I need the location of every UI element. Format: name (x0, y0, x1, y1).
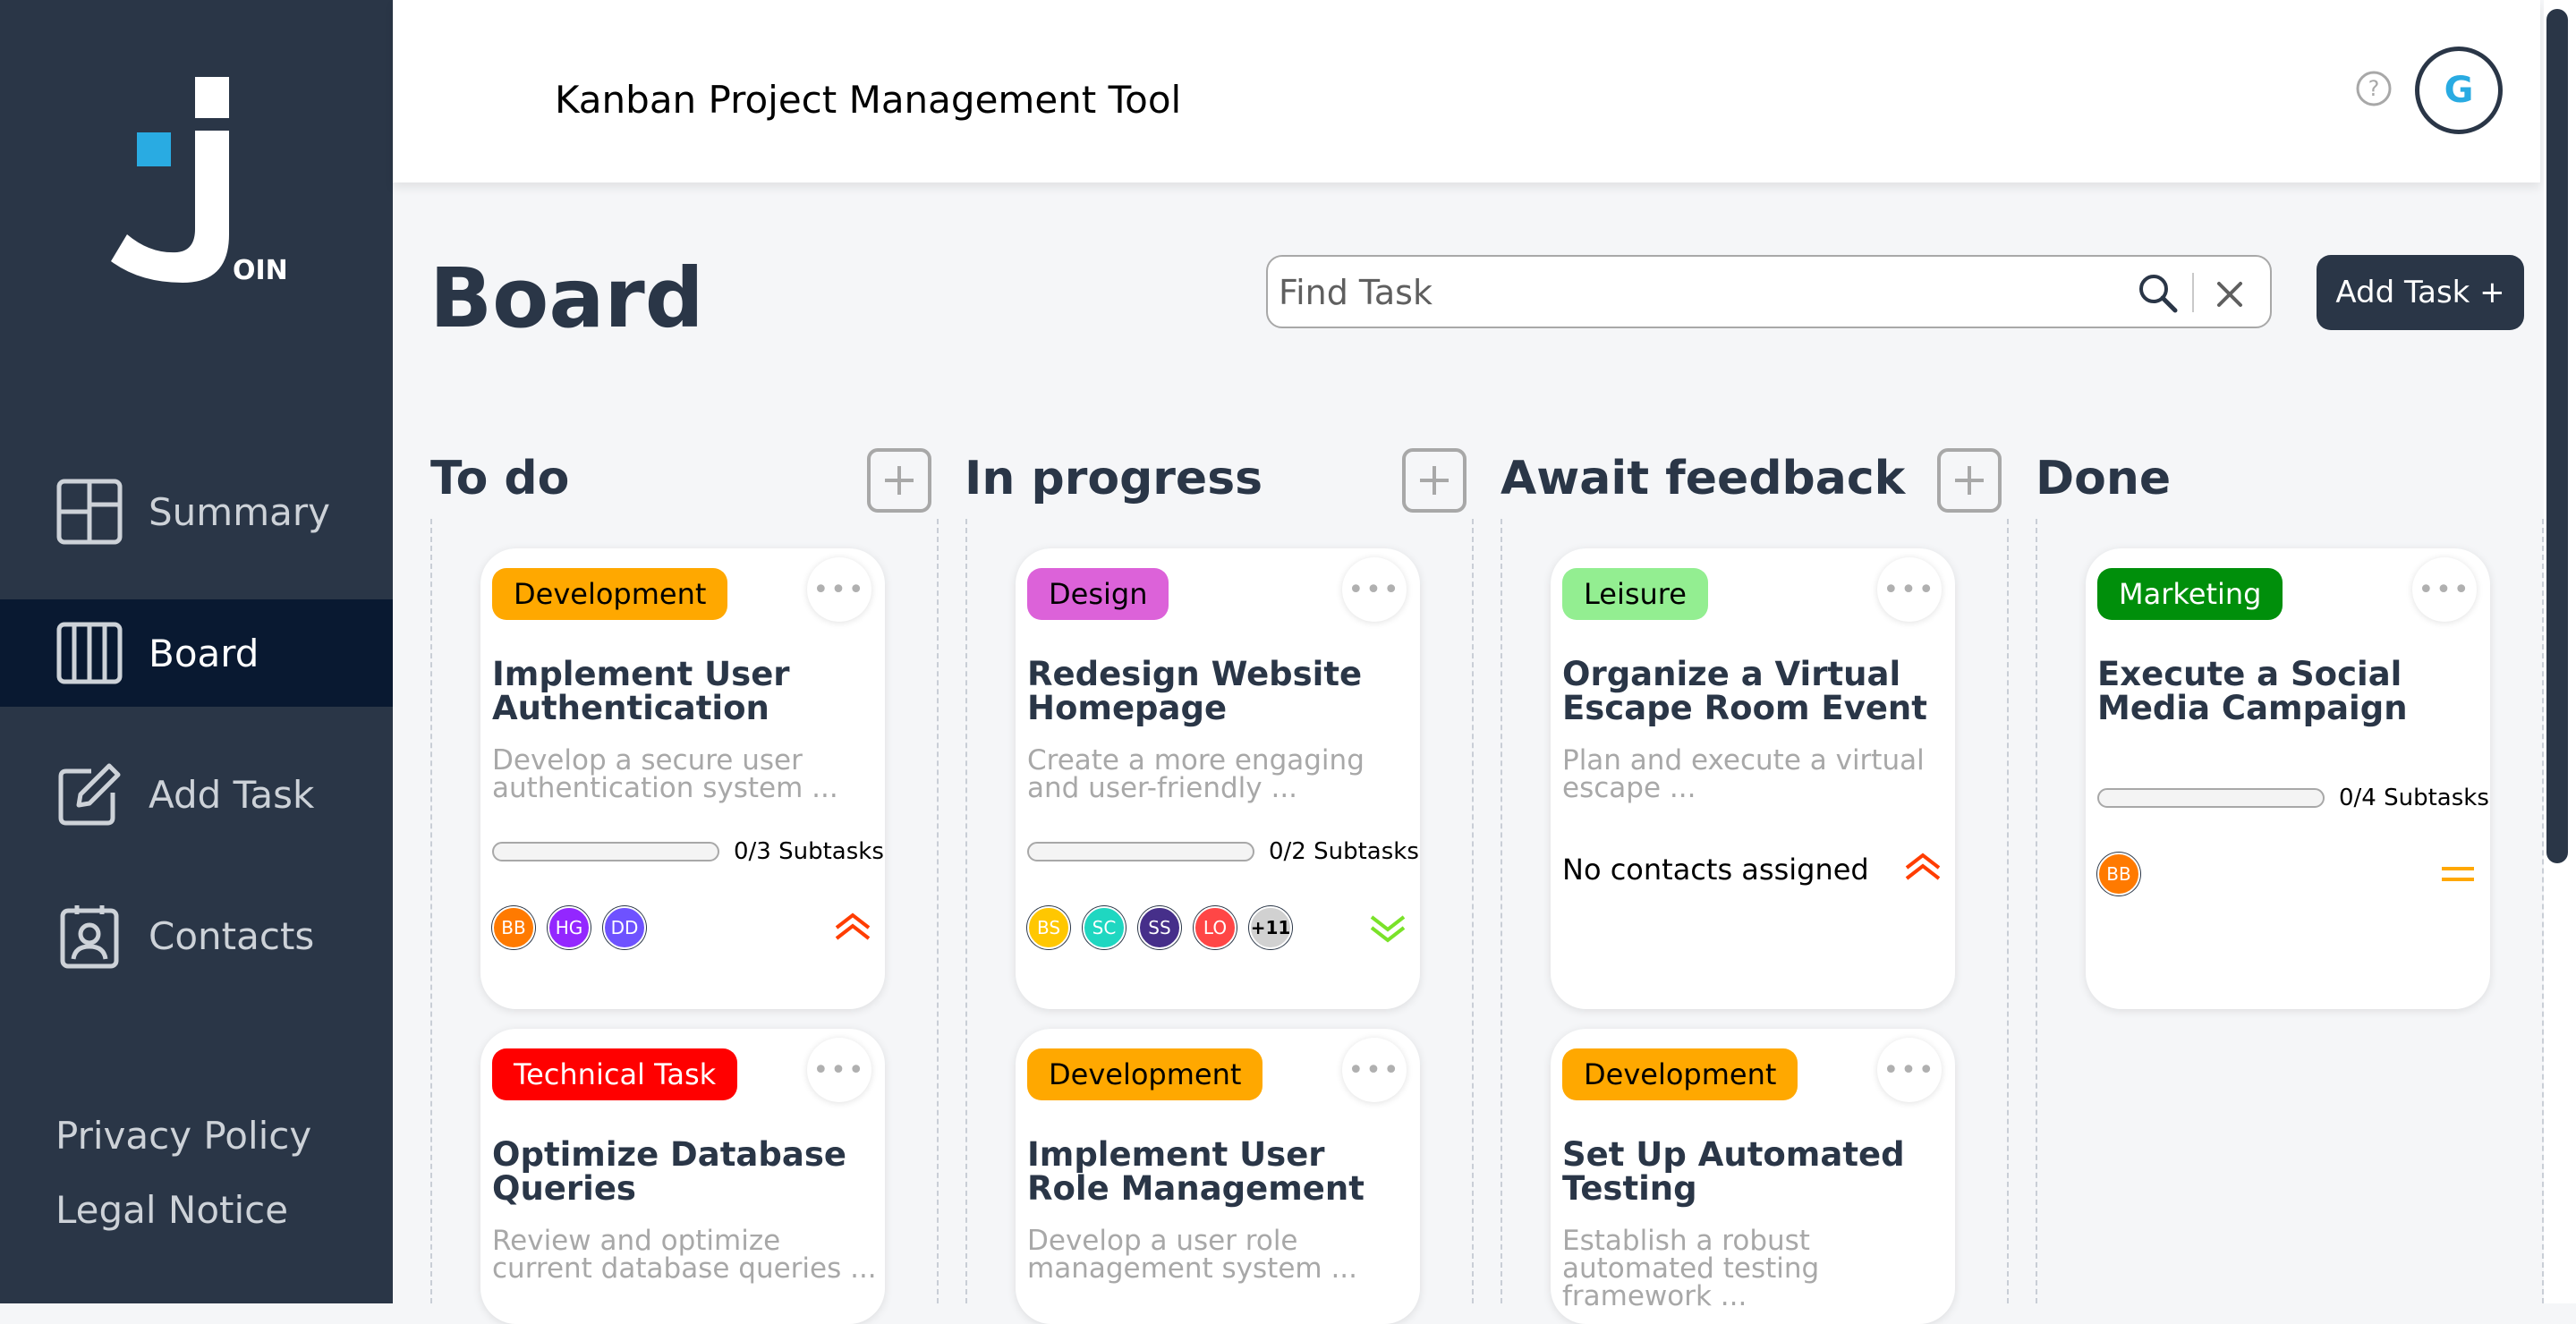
task-title: Execute a Social Media Campaign (2097, 655, 2408, 727)
priority-urgent-icon (835, 912, 871, 940)
add-todo-button[interactable] (867, 448, 931, 513)
more-options-button[interactable]: ••• (1342, 557, 1407, 622)
task-description: Plan and execute a virtual escape ... (1562, 744, 1925, 804)
add-task-button[interactable]: Add Task + (2317, 255, 2524, 330)
category-badge: Design (1027, 568, 1169, 620)
summary-icon (54, 476, 125, 547)
header: Kanban Project Management Tool (393, 0, 2540, 182)
subtask-progress-bar (1027, 842, 1254, 861)
app-title: Kanban Project Management Tool (555, 78, 1182, 122)
sidebar-item-summary[interactable]: Summary (0, 458, 393, 565)
priority-low-icon (1370, 915, 1406, 943)
sidebar-item-contacts[interactable]: Contacts (0, 882, 393, 989)
task-card[interactable]: Development ••• Implement User Role Mana… (1016, 1029, 1420, 1324)
page-title: Board (429, 250, 704, 346)
sidebar-item-label: Contacts (149, 913, 315, 958)
more-assignees-badge: +11 (1249, 906, 1292, 949)
subtask-count: 0/3 Subtasks (734, 838, 884, 865)
category-badge: Marketing (2097, 568, 2283, 620)
logo-text: OIN (233, 255, 288, 286)
assignee-avatar: BS (1027, 906, 1070, 949)
privacy-policy-link[interactable]: Privacy Policy (55, 1114, 311, 1158)
task-card[interactable]: Technical Task ••• Optimize Database Que… (480, 1029, 885, 1324)
assignee-avatar: HG (548, 906, 591, 949)
join-logo[interactable]: OIN (98, 72, 304, 295)
assignee-avatar: BB (492, 906, 535, 949)
assignee-list: BS SC SS LO +11 (1027, 906, 1305, 949)
plus-icon (885, 466, 914, 495)
more-options-button[interactable]: ••• (807, 1038, 871, 1102)
task-card[interactable]: Design ••• Redesign Website Homepage Cre… (1016, 548, 1420, 1009)
task-card[interactable]: Development ••• Implement User Authentic… (480, 548, 885, 1009)
search-input[interactable] (1277, 267, 2086, 318)
assignee-avatar: LO (1194, 906, 1237, 949)
subtask-count: 0/4 Subtasks (2339, 785, 2489, 811)
edit-icon (54, 759, 125, 830)
search-box (1266, 255, 2272, 328)
legal-notice-link[interactable]: Legal Notice (55, 1188, 288, 1232)
task-card[interactable]: Marketing ••• Execute a Social Media Cam… (2086, 548, 2490, 1009)
category-badge: Development (1562, 1048, 1798, 1100)
sidebar: OIN Summary Board Add Task Contacts Priv… (0, 0, 393, 1303)
subtask-progress-bar (2097, 788, 2325, 808)
contacts-icon (54, 900, 125, 972)
assignee-avatar: SS (1138, 906, 1181, 949)
search-divider (2192, 273, 2194, 312)
subtask-progress-bar (492, 842, 719, 861)
more-options-button[interactable]: ••• (1877, 1038, 1942, 1102)
more-options-button[interactable]: ••• (1342, 1038, 1407, 1102)
priority-medium-icon (2442, 867, 2474, 881)
add-await-feedback-button[interactable] (1937, 448, 2002, 513)
task-card[interactable]: Leisure ••• Organize a Virtual Escape Ro… (1551, 548, 1955, 1009)
sidebar-item-board[interactable]: Board (0, 599, 393, 707)
assignee-avatar: SC (1083, 906, 1126, 949)
board-icon (54, 617, 125, 689)
close-icon[interactable] (2210, 275, 2249, 314)
task-title: Implement User Authentication (492, 655, 790, 727)
task-title: Set Up Automated Testing (1562, 1135, 1905, 1208)
category-badge: Development (1027, 1048, 1263, 1100)
task-title: Implement User Role Management (1027, 1135, 1365, 1208)
scrollbar-thumb[interactable] (2546, 9, 2568, 863)
task-description: Develop a user role management system ..… (1027, 1225, 1358, 1285)
svg-text:?: ? (2368, 76, 2380, 101)
category-badge: Development (492, 568, 728, 620)
assignee-avatar: DD (603, 906, 646, 949)
assignee-list: BB (2097, 853, 2153, 895)
sidebar-item-add-task[interactable]: Add Task (0, 741, 393, 848)
column-title-done: Done (2036, 452, 2172, 505)
plus-icon (1420, 466, 1449, 495)
no-contacts-text: No contacts assigned (1562, 853, 1869, 887)
more-options-button[interactable]: ••• (2412, 557, 2477, 622)
column-title-in-progress: In progress (965, 452, 1263, 505)
help-icon[interactable]: ? (2354, 69, 2393, 108)
subtask-count: 0/2 Subtasks (1269, 838, 1419, 865)
category-badge: Leisure (1562, 568, 1708, 620)
search-icon[interactable] (2136, 271, 2181, 316)
column-title-await-feedback: Await feedback (1501, 452, 1906, 505)
assignee-avatar: BB (2097, 853, 2140, 895)
task-description: Create a more engaging and user-friendly… (1027, 744, 1365, 804)
task-title: Optimize Database Queries (492, 1135, 846, 1208)
sidebar-item-label: Add Task (149, 772, 315, 817)
priority-urgent-icon (1905, 853, 1941, 880)
sidebar-item-label: Board (149, 631, 259, 675)
category-badge: Technical Task (492, 1048, 738, 1100)
assignee-list: BB HG DD (492, 906, 659, 949)
plus-icon (1955, 466, 1984, 495)
task-description: Establish a robust automated testing fra… (1562, 1225, 1820, 1312)
column-title-todo: To do (430, 452, 570, 505)
sidebar-item-label: Summary (149, 489, 330, 534)
task-title: Redesign Website Homepage (1027, 655, 1363, 727)
more-options-button[interactable]: ••• (1877, 557, 1942, 622)
task-card[interactable]: Development ••• Set Up Automated Testing… (1551, 1029, 1955, 1324)
task-description: Review and optimize current database que… (492, 1225, 877, 1285)
task-description: Develop a secure user authentication sys… (492, 744, 838, 804)
add-in-progress-button[interactable] (1402, 448, 1467, 513)
user-avatar[interactable]: G (2415, 47, 2503, 134)
task-title: Organize a Virtual Escape Room Event (1562, 655, 1927, 727)
more-options-button[interactable]: ••• (807, 557, 871, 622)
